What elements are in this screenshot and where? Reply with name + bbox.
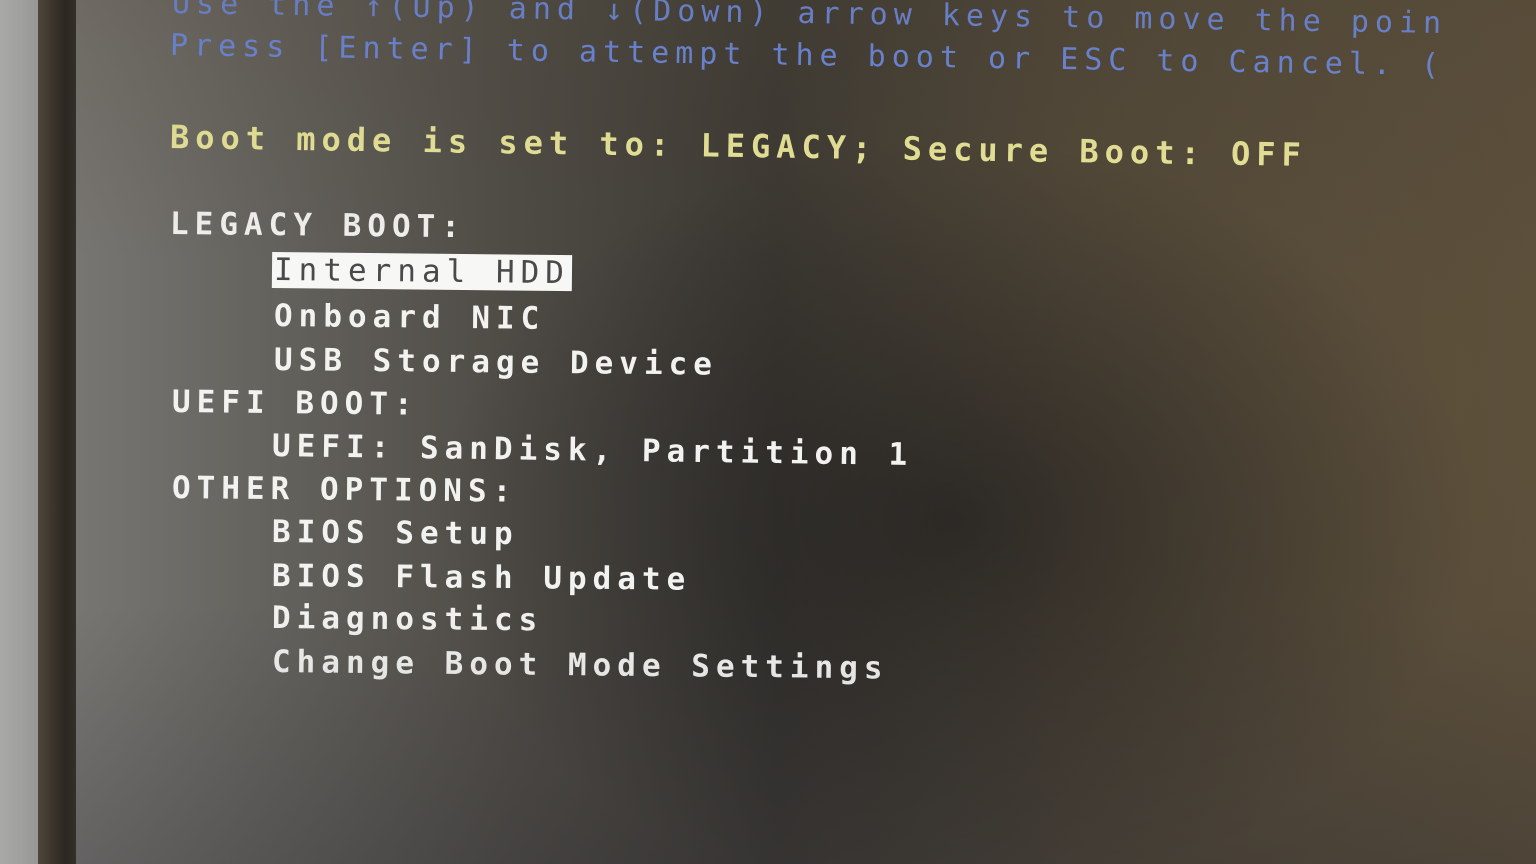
option-bios-setup[interactable]: BIOS Setup <box>272 514 519 552</box>
boot-option-onboard-nic[interactable]: Onboard NIC <box>274 298 546 337</box>
section-heading-uefi-boot: UEFI BOOT: <box>171 384 419 423</box>
section-heading-other-options: OTHER OPTIONS: <box>171 470 518 510</box>
section-heading-legacy-boot: LEGACY BOOT: <box>169 206 467 246</box>
boot-option-uefi-sandisk[interactable]: UEFI: SanDisk, Partition 1 <box>272 428 914 473</box>
option-change-boot-mode-settings[interactable]: Change Boot Mode Settings <box>272 644 889 686</box>
option-bios-flash-update[interactable]: BIOS Flash Update <box>272 558 692 598</box>
option-diagnostics[interactable]: Diagnostics <box>272 600 544 638</box>
boot-option-internal-hdd[interactable]: Internal HDD <box>271 252 573 292</box>
boot-menu-screen: Use the ↑(Up) and ↓(Down) arrow keys to … <box>76 0 1536 864</box>
boot-mode-status: Boot mode is set to: LEGACY; Secure Boot… <box>169 118 1308 174</box>
boot-option-usb-storage-device[interactable]: USB Storage Device <box>274 342 718 383</box>
